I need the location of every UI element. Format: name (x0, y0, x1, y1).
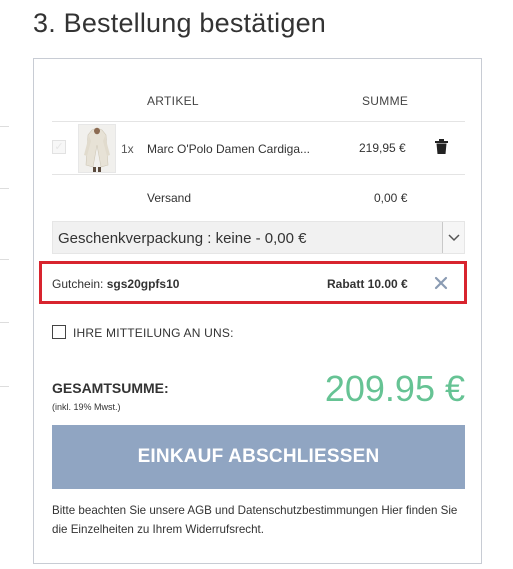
dropdown-toggle[interactable] (442, 222, 464, 253)
product-thumbnail[interactable] (78, 124, 116, 173)
coupon-label-wrap: Gutchein: sgs20gpfs10 (52, 277, 179, 291)
column-header-sum: SUMME (362, 94, 409, 108)
gift-wrap-select[interactable]: Geschenkverpackung : keine - 0,00 € (52, 221, 465, 254)
adjacent-divider (0, 259, 9, 260)
coupon-code: sgs20gpfs10 (106, 277, 180, 291)
checkout-button[interactable]: EINKAUF ABSCHLIESSEN (52, 425, 465, 489)
coupon-label: Gutchein: (52, 277, 104, 291)
column-header-article: ARTIKEL (147, 94, 199, 108)
gift-wrap-selected-value: Geschenkverpackung : keine - 0,00 € (58, 230, 307, 247)
message-label[interactable]: IHRE MITTEILUNG AN UNS: (73, 326, 234, 340)
shipping-label: Versand (147, 191, 192, 205)
table-divider (52, 121, 465, 122)
adjacent-divider (0, 188, 9, 189)
shipping-price: 0,00 € (374, 191, 408, 205)
adjacent-divider (0, 386, 9, 387)
coupon-discount: Rabatt 10.00 € (327, 277, 408, 291)
tax-note: (inkl. 19% Mwst.) (52, 402, 121, 412)
total-label: GESAMTSUMME: (52, 380, 169, 396)
page-title: 3. Bestellung bestätigen (33, 8, 327, 38)
coupon-row: Gutchein: sgs20gpfs10 Rabatt 10.00 € (39, 261, 467, 304)
item-price: 219,95 € (359, 141, 406, 155)
total-amount: 209.95 € (324, 368, 465, 409)
message-checkbox[interactable] (52, 325, 66, 339)
table-divider (52, 174, 465, 175)
item-select-checkbox: ✓ (52, 140, 66, 154)
adjacent-divider (0, 322, 9, 323)
legal-note: Bitte beachten Sie unsere AGB und Datens… (52, 504, 458, 536)
chevron-down-icon (448, 234, 460, 242)
item-name[interactable]: Marc O'Polo Damen Cardiga... (147, 142, 310, 156)
adjacent-divider (0, 126, 9, 127)
close-icon[interactable] (434, 276, 448, 290)
trash-icon[interactable] (435, 139, 448, 154)
item-quantity: 1x (121, 142, 134, 156)
